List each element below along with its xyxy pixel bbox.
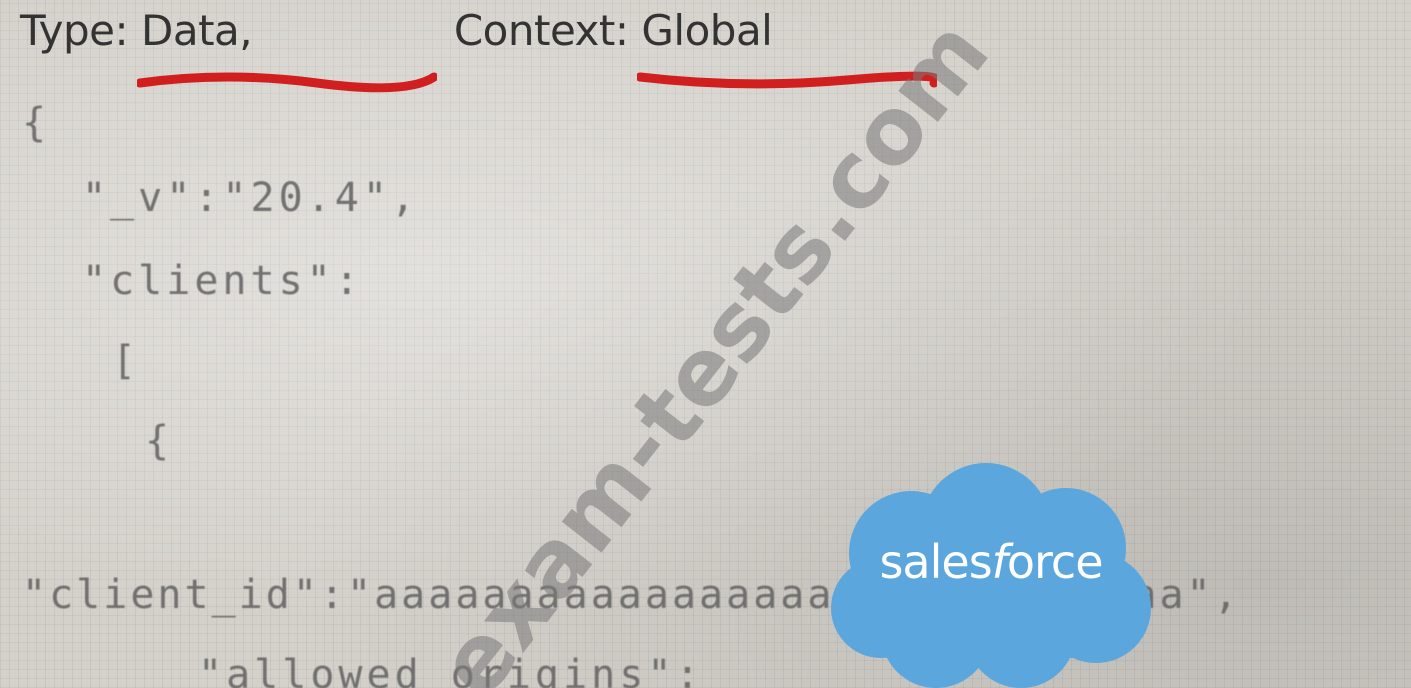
type-value: Data, <box>136 6 441 93</box>
logo-text-part: orce <box>1006 535 1104 589</box>
logo-text-italic: f <box>991 535 1008 589</box>
context-label: Context: <box>440 6 642 55</box>
context-value-text: Global <box>641 6 773 55</box>
logo-text-part: sales <box>879 535 992 589</box>
code-line-object-open: { <box>145 418 174 464</box>
red-underline-mark <box>136 65 437 95</box>
code-line-open-brace: { <box>22 100 51 146</box>
code-line-clients: "clients": <box>82 258 363 304</box>
type-label: Type: <box>20 6 141 55</box>
code-line-version: "_v":"20.4", <box>82 175 419 221</box>
type-value-text: Data, <box>140 6 253 55</box>
header-line: Type: Data, Context: Global <box>20 6 941 93</box>
photo-of-screen: Type: Data, Context: Global { "_v":"20.4… <box>0 0 1411 688</box>
code-line-array-open: [ <box>112 338 141 384</box>
salesforce-logo-text: salesforce <box>826 535 1156 589</box>
